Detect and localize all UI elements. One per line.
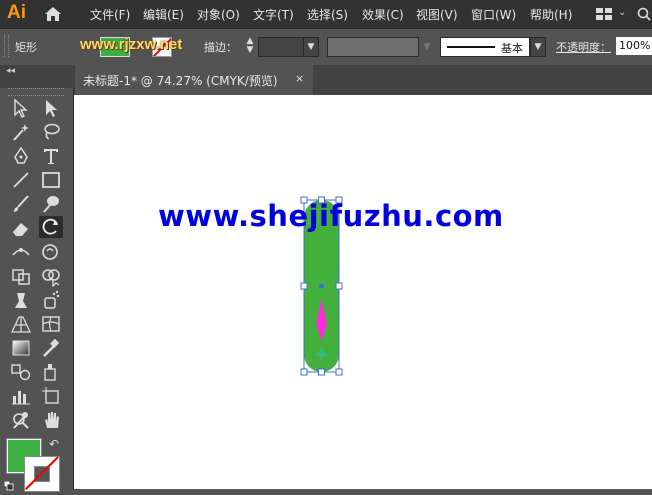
stroke-weight-dropdown[interactable]: ▼ <box>303 37 319 57</box>
center-point <box>319 283 324 289</box>
control-bar: 矩形 www.rjzxw.net 描边： ▲ ▼ ▼ ▼ 基本 ▼ 不透明度： 1… <box>0 28 652 66</box>
artboard-tool-icon[interactable] <box>39 385 63 407</box>
perspective-grid-tool-icon[interactable] <box>9 313 33 335</box>
symbol-sprayer-tool-icon[interactable] <box>39 289 63 311</box>
paintbrush-tool-icon[interactable] <box>9 193 33 215</box>
brush-dropdown[interactable]: ▼ <box>530 37 546 57</box>
opacity-label[interactable]: 不透明度： <box>556 39 611 55</box>
current-tool-label: 矩形 <box>15 41 37 54</box>
stroke-label: 描边： <box>204 41 237 54</box>
canvas-watermark: www.shejifuzhu.com <box>158 199 504 233</box>
eyedropper-tool-icon[interactable] <box>39 337 63 359</box>
panel-grip[interactable] <box>4 35 9 57</box>
menu-type[interactable]: 文字(T) <box>253 6 294 23</box>
direct-selection-tool-icon[interactable] <box>39 97 63 119</box>
stroke-color-swatch[interactable] <box>24 456 60 492</box>
menu-help[interactable]: 帮助(H) <box>530 6 572 23</box>
brush-definition[interactable]: 基本 <box>440 37 530 57</box>
line-segment-tool-icon[interactable] <box>9 169 33 191</box>
blend-tool-icon[interactable] <box>9 361 33 383</box>
menu-window[interactable]: 窗口(W) <box>471 6 516 23</box>
stroke-spinner[interactable]: ▲ ▼ <box>244 37 256 57</box>
lasso-tool-icon[interactable] <box>39 121 63 143</box>
workspace-grid-icon[interactable] <box>596 8 612 20</box>
variable-width-dropdown[interactable]: ▼ <box>419 37 435 57</box>
search-icon[interactable] <box>636 6 652 22</box>
artboard-canvas[interactable]: www.shejifuzhu.com <box>74 95 652 489</box>
shape-builder-tool-icon[interactable] <box>39 265 63 288</box>
stroke-weight-input[interactable] <box>258 37 304 57</box>
column-graph-tool-icon[interactable] <box>9 385 33 407</box>
puppet-warp-tool-icon[interactable] <box>9 289 33 311</box>
rotate-tool-icon[interactable] <box>39 216 63 238</box>
workspace-chevron-down-icon[interactable]: ⌄ <box>618 7 626 18</box>
selection-tool-icon[interactable] <box>9 97 33 119</box>
width-tool-icon[interactable] <box>9 241 33 263</box>
swap-fill-stroke-icon[interactable]: ↶ <box>49 437 59 451</box>
menu-edit[interactable]: 编辑(E) <box>143 6 184 23</box>
document-tab-title: 未标题-1* @ 74.27% (CMYK/预览) <box>83 74 278 88</box>
menu-effect[interactable]: 效果(C) <box>362 6 404 23</box>
hand-tool-icon[interactable] <box>39 409 63 431</box>
type-tool-icon[interactable] <box>39 145 63 167</box>
warp-tool-icon[interactable] <box>39 241 63 263</box>
magic-wand-tool-icon[interactable] <box>9 121 33 143</box>
close-icon[interactable]: × <box>295 72 304 85</box>
home-icon[interactable] <box>44 6 62 22</box>
menu-object[interactable]: 对象(O) <box>197 6 240 23</box>
document-tab-strip: ◂◂ 未标题-1* @ 74.27% (CMYK/预览) × <box>0 65 652 95</box>
menu-view[interactable]: 视图(V) <box>416 6 458 23</box>
rectangle-tool-icon[interactable] <box>39 169 63 191</box>
free-transform-tool-icon[interactable] <box>9 265 33 287</box>
blob-brush-tool-icon[interactable] <box>39 193 63 215</box>
document-tab[interactable]: 未标题-1* @ 74.27% (CMYK/预览) × <box>75 65 313 95</box>
canvas-artwork <box>300 196 343 376</box>
menu-select[interactable]: 选择(S) <box>307 6 348 23</box>
app-logo: Ai <box>7 2 26 23</box>
menu-bar: Ai 文件(F) 编辑(E) 对象(O) 文字(T) 选择(S) 效果(C) 视… <box>0 0 652 28</box>
collapse-panels-icon[interactable]: ◂◂ <box>6 66 15 76</box>
gradient-tool-icon[interactable] <box>9 337 33 359</box>
default-colors-icon[interactable] <box>3 476 14 491</box>
variable-width-profile[interactable] <box>327 37 419 57</box>
mesh-tool-icon[interactable] <box>39 313 63 335</box>
zoom-tool-icon[interactable] <box>9 410 33 432</box>
live-paint-tool-icon[interactable] <box>39 361 63 383</box>
eraser-tool-icon[interactable] <box>9 217 33 239</box>
opacity-input[interactable]: 100% <box>616 37 652 55</box>
menu-file[interactable]: 文件(F) <box>90 6 130 23</box>
watermark-rjzxw: www.rjzxw.net <box>80 36 183 53</box>
pen-tool-icon[interactable] <box>9 145 33 167</box>
tools-panel-grip[interactable] <box>8 88 64 96</box>
